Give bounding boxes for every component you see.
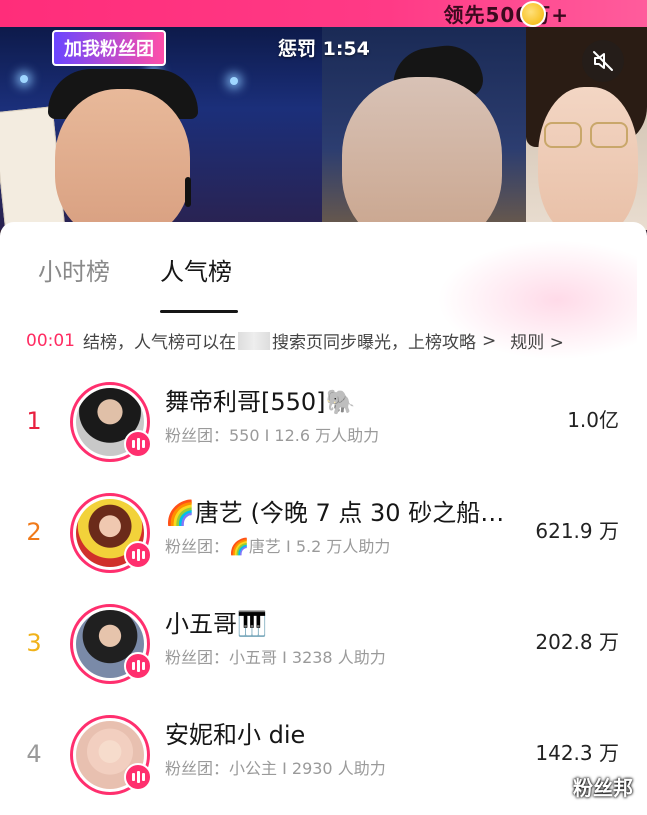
ranking-list: 1 舞帝利哥[550]🐘 粉丝团：550 I 12.6 万人助力 1.0亿 2 … (0, 372, 647, 815)
watermark: 粉丝邦 (573, 776, 633, 800)
fan-group-info: 粉丝团：小公主 I 2930 人助力 (165, 759, 386, 778)
fan-group-info: 粉丝团：小五哥 I 3238 人助力 (165, 648, 386, 667)
pk-lead-banner: 领先500万+ (0, 0, 647, 27)
ranking-tabs: 小时榜 人气榜 (38, 252, 238, 313)
strategy-arrow[interactable]: > (482, 331, 496, 351)
popularity-score: 1.0亿 (567, 408, 619, 432)
ranking-notice: 00:01 结榜，人气榜可以在 搜索页同步曝光，上榜攻略 > 规则 > (26, 328, 564, 354)
ranking-row[interactable]: 3 小五哥🎹 粉丝团：小五哥 I 3238 人助力 202.8 万 (0, 594, 647, 705)
rules-link[interactable]: 规则 > (510, 328, 564, 353)
guest2-face (538, 87, 638, 230)
tab-hourly[interactable]: 小时榜 (38, 252, 110, 313)
popularity-score: 142.3 万 (535, 741, 619, 765)
streamer-name: 安妮和小 die (165, 721, 306, 749)
ranking-row[interactable]: 1 舞帝利哥[550]🐘 粉丝团：550 I 12.6 万人助力 1.0亿 (0, 372, 647, 483)
blurred-text (238, 331, 270, 350)
guest-face (342, 77, 502, 230)
live-icon (124, 652, 152, 680)
host-face (55, 89, 190, 230)
countdown-time: 00:01 (26, 330, 75, 351)
ranking-row[interactable]: 2 🌈唐艺 (今晚 7 点 30 砂之船… 粉丝团：🌈唐艺 I 5.2 万人助力… (0, 483, 647, 594)
mute-icon (593, 51, 613, 71)
tab-popularity[interactable]: 人气榜 (160, 252, 238, 313)
mute-button[interactable] (582, 40, 624, 82)
popularity-score: 621.9 万 (535, 519, 619, 543)
live-icon (124, 541, 152, 569)
glasses-right (590, 122, 628, 148)
join-fan-club-button[interactable]: 加我粉丝团 (52, 30, 166, 66)
rank-number: 1 (26, 407, 42, 435)
popularity-score: 202.8 万 (535, 630, 619, 654)
fan-group-info: 粉丝团：550 I 12.6 万人助力 (165, 426, 380, 445)
ranking-panel: 小时榜 人气榜 00:01 结榜，人气榜可以在 搜索页同步曝光，上榜攻略 > 规… (0, 222, 647, 815)
streamer-name: 🌈唐艺 (今晚 7 点 30 砂之船… (165, 499, 505, 527)
surprised-emoji-icon (520, 1, 546, 27)
rank-number: 2 (26, 518, 42, 546)
live-icon (124, 430, 152, 458)
live-stream-area: 领先500万+ 加我粉丝团 惩罚 1:54 (0, 0, 647, 230)
rank-number: 4 (26, 740, 42, 768)
lead-text: 领先500万+ (443, 3, 569, 27)
ranking-row[interactable]: 4 安妮和小 die 粉丝团：小公主 I 2930 人助力 142.3 万 (0, 705, 647, 815)
rank-number: 3 (26, 629, 42, 657)
glasses-left (544, 122, 582, 148)
live-icon (124, 763, 152, 791)
notice-text-after[interactable]: 搜索页同步曝光，上榜攻略 (272, 328, 476, 353)
earphone-icon (185, 177, 191, 207)
streamer-name: 小五哥🎹 (165, 610, 267, 638)
stage-light (230, 77, 238, 85)
punishment-timer: 惩罚 1:54 (278, 38, 370, 60)
streamer-name: 舞帝利哥[550]🐘 (165, 388, 356, 416)
fan-group-info: 粉丝团：🌈唐艺 I 5.2 万人助力 (165, 537, 391, 556)
notice-text-before: 结榜，人气榜可以在 (83, 333, 236, 353)
stage-light (20, 75, 28, 83)
